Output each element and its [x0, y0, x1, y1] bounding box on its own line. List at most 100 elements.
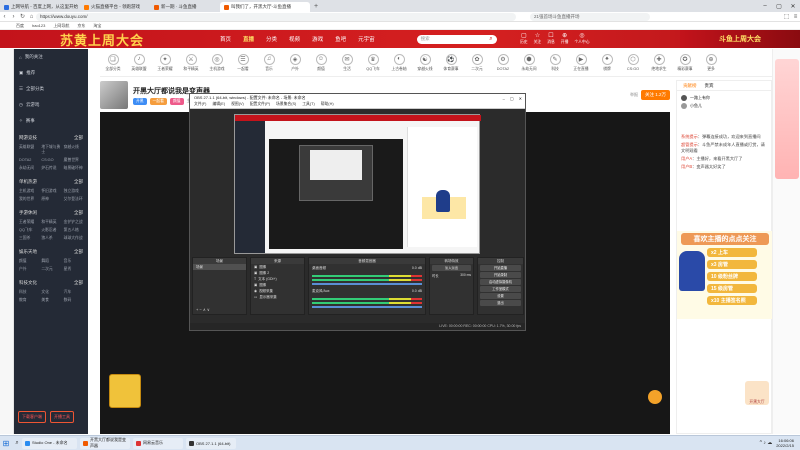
- category-item[interactable]: ⊕ 更多: [698, 53, 724, 72]
- nav-item-active[interactable]: 直播: [243, 35, 254, 43]
- studio-mode-button[interactable]: 工作室模式: [480, 286, 521, 292]
- subcategory-link[interactable]: DOTA2: [19, 158, 38, 163]
- subcategory-link[interactable]: 教育: [19, 298, 38, 303]
- subcategory-link[interactable]: 原神: [41, 197, 60, 202]
- nav-item[interactable]: 分类: [266, 35, 277, 43]
- subcategory-link[interactable]: 狼人杀: [41, 236, 60, 241]
- nav-item[interactable]: 元宇宙: [358, 35, 375, 43]
- browser-tab[interactable]: 上网导航 - 百度上网，从这里开始: [0, 2, 80, 12]
- subcategory-link[interactable]: 穿越火线: [64, 145, 83, 155]
- tab-vip[interactable]: 贵宾: [705, 83, 714, 89]
- minimize-icon[interactable]: –: [503, 96, 505, 101]
- exit-button[interactable]: 退出: [480, 300, 521, 306]
- subcategory-link[interactable]: CS:GO: [41, 158, 60, 163]
- subcategory-link[interactable]: 音乐: [64, 259, 83, 264]
- menu-item[interactable]: 帮助(H): [321, 102, 334, 108]
- category-item[interactable]: ⚙ DOTA2: [490, 54, 516, 71]
- subcategory-link[interactable]: 炉石传说: [41, 166, 60, 171]
- subcategory-link[interactable]: 文化: [41, 290, 60, 295]
- url-field[interactable]: https://www.douyu.com/: [36, 12, 516, 21]
- bookmark-link[interactable]: 百度: [16, 23, 24, 29]
- category-item[interactable]: ♛ QQ飞车: [360, 53, 386, 72]
- browser-tab-active[interactable]: 叫我们了，开黑大厅-斗鱼直播: [220, 2, 310, 12]
- category-item[interactable]: ◐ 上古卷轴: [386, 53, 412, 72]
- tray-icons[interactable]: ^ ♪ ☁: [760, 440, 773, 446]
- subcategory-link[interactable]: 和平精英: [41, 220, 60, 225]
- subcategory-link[interactable]: 舞蹈: [41, 259, 60, 264]
- duration-field[interactable]: 300 ms: [460, 273, 471, 278]
- stream-tag[interactable]: 开黑: [133, 97, 147, 105]
- subcategory-link[interactable]: 户外: [19, 267, 38, 272]
- category-item[interactable]: ◎ 主机游戏: [204, 53, 230, 72]
- taskbar-app[interactable]: 开黑大厅都说我是变声器: [80, 437, 130, 449]
- subcategory-link[interactable]: 独立游戏: [64, 189, 83, 194]
- virtual-camera-button[interactable]: 启动虚拟摄像机: [480, 279, 521, 285]
- bookmark-link[interactable]: 淘宝: [93, 23, 101, 29]
- rank-row[interactable]: 一路上有你: [681, 94, 767, 102]
- subcategory-link[interactable]: 金铲铲之战: [64, 220, 83, 225]
- back-icon[interactable]: ‹: [0, 14, 9, 20]
- site-search-input[interactable]: 搜索 ⌕: [416, 34, 497, 44]
- forward-icon[interactable]: ›: [9, 14, 18, 20]
- tab-contribution[interactable]: 贡献榜: [683, 83, 697, 89]
- browser-search-box[interactable]: 21强首场斗鱼直播开场: [530, 12, 650, 21]
- maximize-icon[interactable]: ▢: [510, 96, 514, 101]
- section-more-link[interactable]: 全部: [74, 210, 83, 216]
- subcategory-link[interactable]: 魔兽世界: [64, 158, 83, 163]
- subcategory-link[interactable]: 科技: [19, 290, 38, 295]
- menu-icon[interactable]: ≡: [791, 14, 800, 20]
- transition-select[interactable]: 淡入淡出: [432, 265, 471, 271]
- category-item[interactable]: ❏ 全部分类: [100, 53, 126, 72]
- home-icon[interactable]: ⌂: [27, 14, 36, 20]
- subcategory-link[interactable]: 艾尔登法环: [64, 197, 83, 202]
- category-item[interactable]: ⚔ 和平精英: [178, 53, 204, 72]
- sidebar-item[interactable]: ⌂ 我的关注: [14, 49, 88, 65]
- sidebar-item[interactable]: ☰ 全部分类: [14, 81, 88, 97]
- subcategory-link[interactable]: 英雄联盟: [19, 145, 38, 155]
- browser-tab[interactable]: 新一期 · 斗鱼直播: [150, 2, 220, 12]
- category-item[interactable]: ☰ 一起看: [230, 53, 256, 72]
- category-item[interactable]: ✿ 二次元: [464, 53, 490, 72]
- category-item[interactable]: ☯ 穿越火线: [412, 53, 438, 72]
- streamer-avatar[interactable]: [100, 81, 128, 109]
- menu-item[interactable]: 编辑(E): [212, 102, 225, 108]
- sidebar-item[interactable]: ▣ 推荐: [14, 65, 88, 81]
- nav-item[interactable]: 首页: [220, 35, 231, 43]
- category-item[interactable]: ◈ 户外: [282, 53, 308, 72]
- subcategory-link[interactable]: 数码: [64, 298, 83, 303]
- extensions-icon[interactable]: ⬚: [782, 13, 791, 20]
- windows-start-icon[interactable]: ⊞: [0, 439, 12, 448]
- nav-item[interactable]: 鱼吧: [335, 35, 346, 43]
- follow-icon[interactable]: ☆ 关注: [534, 33, 542, 45]
- bookmark-link[interactable]: hao123: [32, 23, 45, 28]
- obs-preview[interactable]: [234, 114, 481, 254]
- subcategory-link[interactable]: 永劫无间: [19, 166, 38, 171]
- site-logo[interactable]: 苏黄上周大会: [60, 30, 144, 49]
- gift-badge[interactable]: [109, 374, 141, 408]
- subcategory-link[interactable]: 暗黑破坏神: [64, 166, 83, 171]
- subcategory-link[interactable]: 火影忍者: [41, 228, 60, 233]
- section-more-link[interactable]: 全部: [74, 179, 83, 185]
- category-item[interactable]: ⬢ 永劫无间: [516, 53, 542, 72]
- category-item[interactable]: ✉ 生活: [334, 53, 360, 72]
- section-more-link[interactable]: 全部: [74, 280, 83, 286]
- browser-tab[interactable]: 火猫直播平台 - 领跑游戏: [80, 2, 150, 12]
- gift-icon[interactable]: [648, 390, 662, 404]
- stream-tag[interactable]: 颜值: [169, 97, 184, 105]
- search-icon[interactable]: ⌕: [12, 440, 22, 447]
- category-item[interactable]: ✪ 精彩赛事: [672, 53, 698, 72]
- menu-item[interactable]: 工具(T): [302, 102, 314, 108]
- category-item[interactable]: ♫ 音乐: [256, 53, 282, 72]
- download-client-button[interactable]: 下载客户端: [18, 411, 46, 423]
- promo-banner[interactable]: [775, 59, 799, 179]
- start-recording-button[interactable]: 开始录制: [480, 272, 521, 278]
- menu-item[interactable]: 视图(V): [231, 102, 244, 108]
- volume-slider[interactable]: [312, 306, 422, 308]
- go-live-icon[interactable]: ⊕ 开播: [561, 33, 569, 45]
- search-icon[interactable]: ⌕: [489, 36, 492, 43]
- subcategory-link[interactable]: 美食: [41, 298, 60, 303]
- menu-item[interactable]: 文件(F): [194, 102, 206, 108]
- history-icon[interactable]: ▢ 历史: [520, 33, 528, 45]
- volume-slider[interactable]: [312, 283, 422, 285]
- nav-item[interactable]: 游戏: [312, 35, 323, 43]
